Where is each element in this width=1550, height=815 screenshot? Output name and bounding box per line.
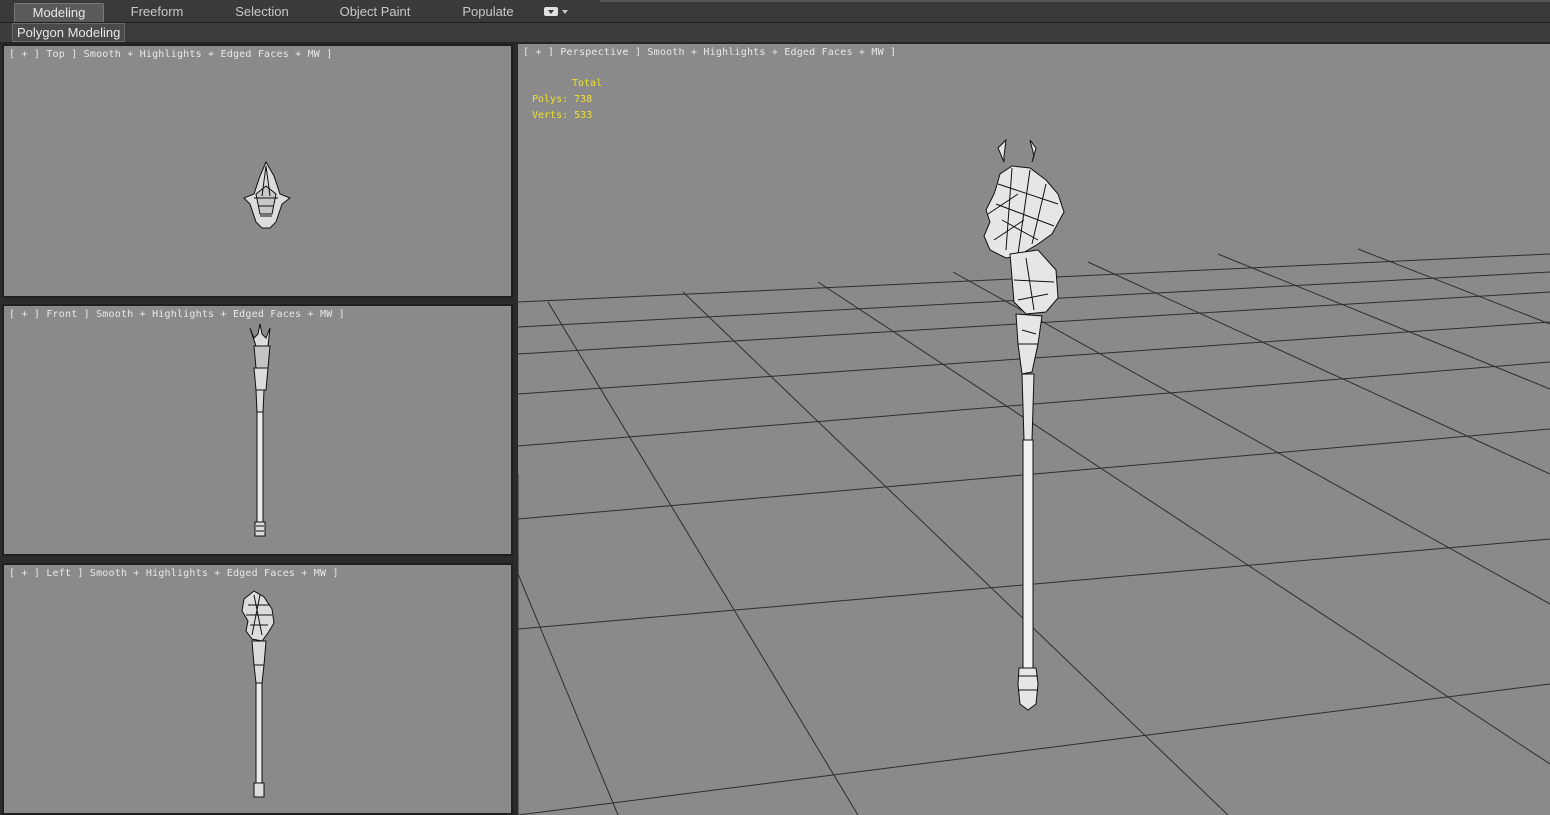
viewport-top[interactable]: [ + ] Top ] Smooth + Highlights + Edged … bbox=[2, 44, 513, 298]
perspective-grid bbox=[518, 138, 1550, 815]
ribbon-options-dropdown[interactable] bbox=[544, 6, 570, 18]
tab-selection[interactable]: Selection bbox=[216, 3, 308, 21]
viewport-perspective[interactable]: [ + ] Perspective ] Smooth + Highlights … bbox=[518, 44, 1550, 815]
statistics-overlay: Total Polys: 738 Verts: 533 bbox=[532, 76, 602, 124]
ribbon-options-icon bbox=[544, 7, 558, 16]
stats-polys-label: Polys: bbox=[532, 94, 569, 105]
viewport-label-perspective[interactable]: [ + ] Perspective ] Smooth + Highlights … bbox=[523, 47, 896, 58]
ribbon-tab-bar: Modeling Freeform Selection Object Paint… bbox=[0, 0, 1550, 23]
stats-polys: Polys: 738 bbox=[532, 92, 602, 108]
tab-object-paint[interactable]: Object Paint bbox=[325, 3, 425, 21]
ribbon-panel-bar: Polygon Modeling bbox=[0, 23, 1550, 44]
viewport-label-front[interactable]: [ + ] Front ] Smooth + Highlights + Edge… bbox=[9, 309, 345, 320]
polygon-modeling-panel-button[interactable]: Polygon Modeling bbox=[12, 23, 126, 42]
staff-model bbox=[983, 138, 1065, 711]
viewport-label-left[interactable]: [ + ] Left ] Smooth + Highlights + Edged… bbox=[9, 568, 339, 579]
viewport-front[interactable]: [ + ] Front ] Smooth + Highlights + Edge… bbox=[2, 304, 513, 556]
left-view-model bbox=[241, 590, 275, 798]
top-view-model bbox=[243, 160, 292, 229]
ribbon-divider bbox=[600, 0, 1550, 2]
viewport-left[interactable]: [ + ] Left ] Smooth + Highlights + Edged… bbox=[2, 563, 513, 815]
stats-verts-value: 533 bbox=[574, 110, 593, 121]
stats-verts-label: Verts: bbox=[532, 110, 569, 121]
front-view-model bbox=[249, 323, 271, 537]
stats-verts: Verts: 533 bbox=[532, 108, 602, 124]
stats-polys-value: 738 bbox=[574, 94, 593, 105]
tab-modeling[interactable]: Modeling bbox=[14, 3, 104, 22]
tab-freeform[interactable]: Freeform bbox=[112, 3, 202, 21]
tab-populate[interactable]: Populate bbox=[448, 3, 528, 21]
chevron-down-icon bbox=[562, 10, 568, 14]
stats-header: Total bbox=[572, 78, 603, 89]
viewport-label-top[interactable]: [ + ] Top ] Smooth + Highlights + Edged … bbox=[9, 49, 332, 60]
